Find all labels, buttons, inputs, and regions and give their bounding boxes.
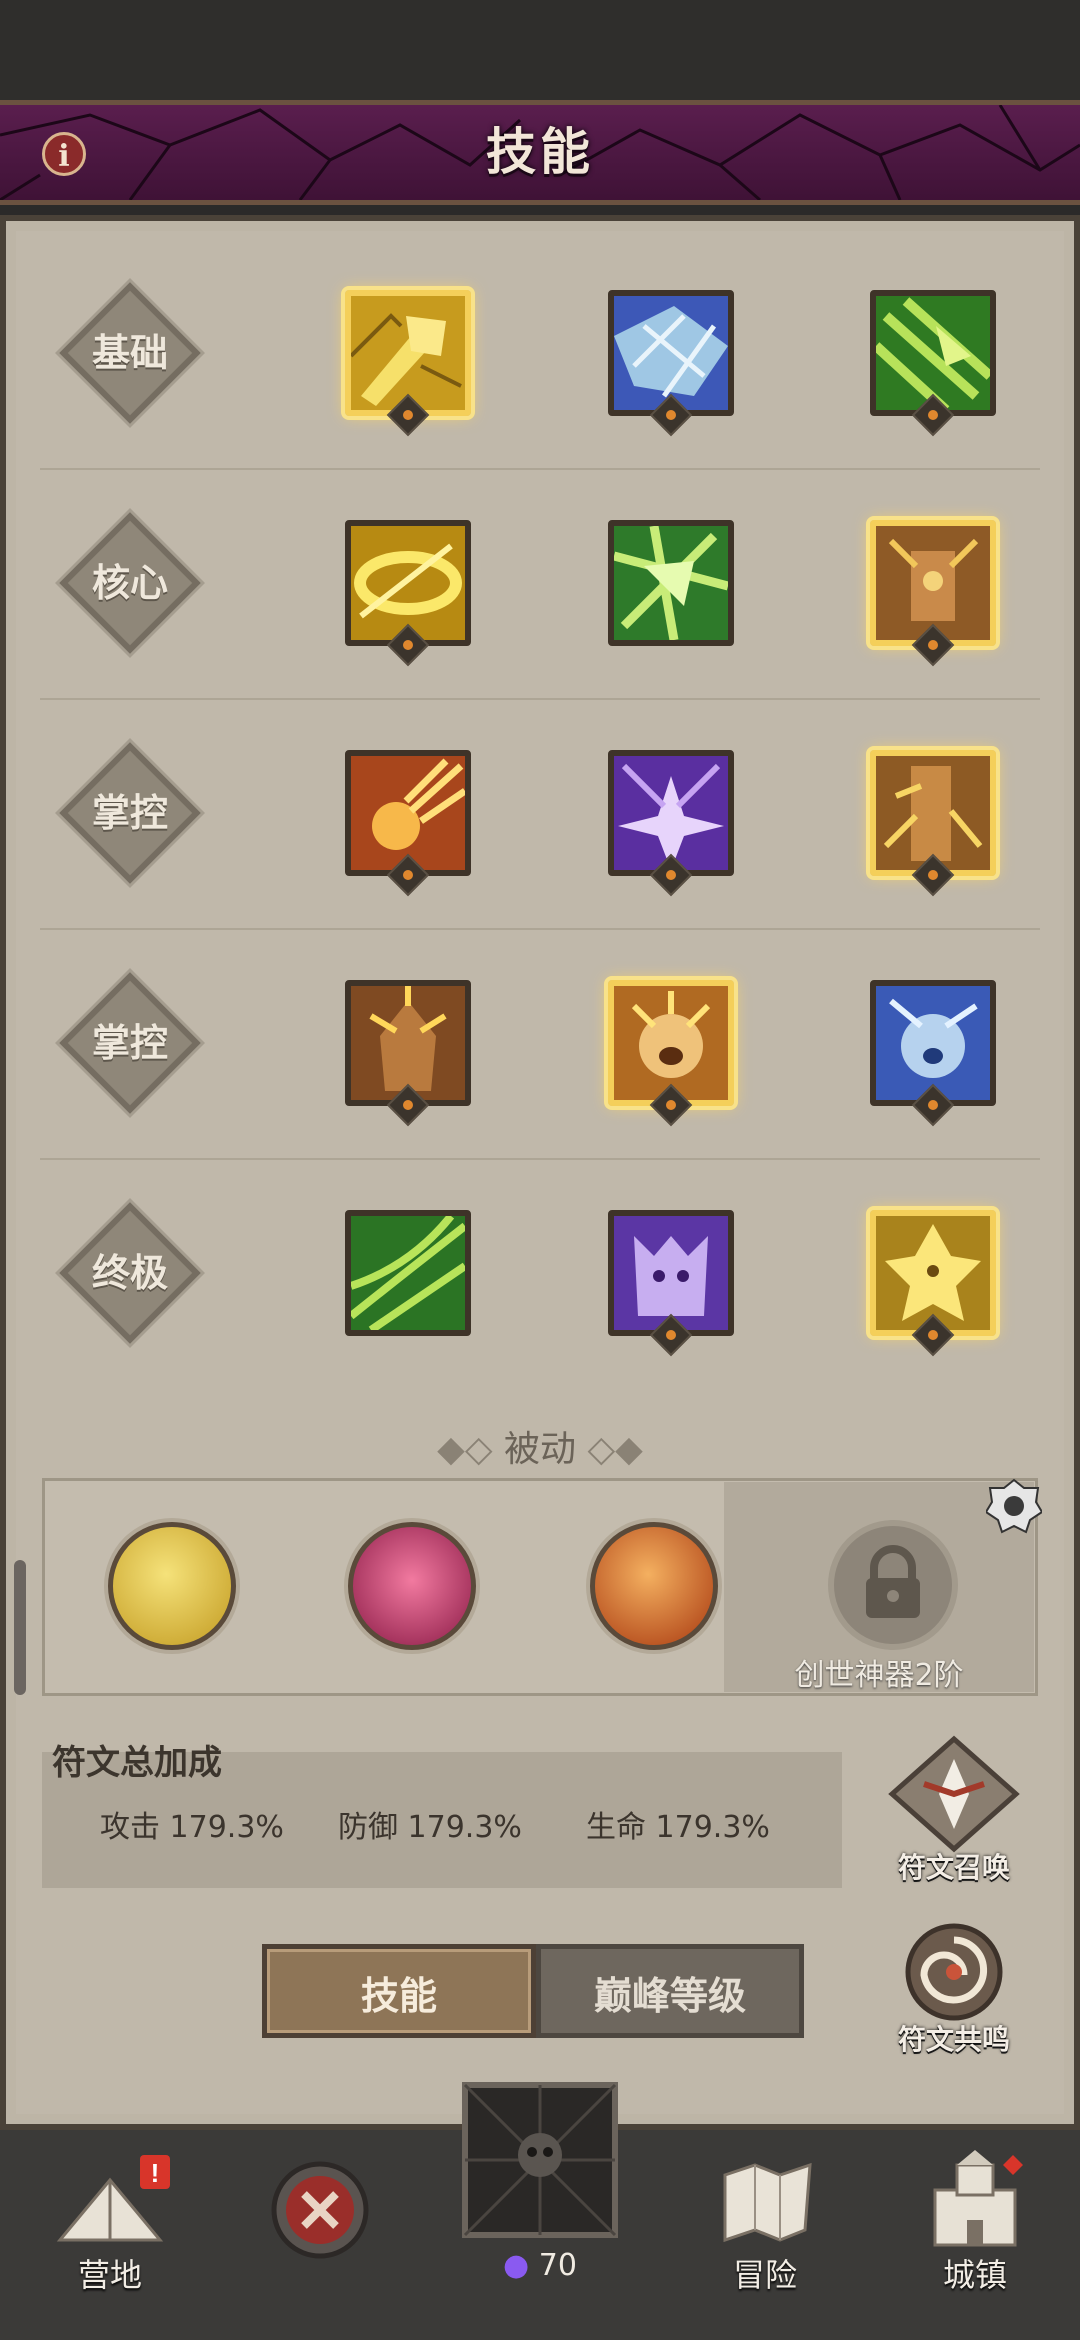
skill-leaf-storm[interactable]	[600, 512, 742, 654]
skill-hammer-strike[interactable]	[337, 282, 479, 437]
passive-heart-icon[interactable]	[348, 1522, 476, 1650]
life-bonus: 生命 179.3%	[586, 1810, 770, 1845]
locked-slot-label: 创世神器2阶	[794, 1658, 964, 1693]
attack-bonus: 攻击 179.3%	[100, 1810, 284, 1845]
svg-text:!: !	[151, 2158, 160, 2188]
row-divider	[40, 698, 1040, 700]
skill-fire-meteor[interactable]	[337, 742, 479, 897]
row-label-text: 终极	[91, 1251, 168, 1295]
row-label-ultimate: 终极	[59, 1202, 201, 1344]
status-area	[0, 0, 1080, 100]
bottom-nav: ! 营地 ● 70 冒险 城镇	[0, 2082, 1080, 2340]
lock-icon	[828, 1520, 958, 1650]
nav-camp[interactable]: ! 营地	[30, 2150, 190, 2320]
map-icon	[723, 2162, 812, 2243]
passive-section-title: ◆◇ 被动 ◇◆	[437, 1429, 643, 1470]
rune-bonus-title: 符文总加成	[52, 1743, 222, 1783]
row-label-mastery-1: 掌控	[59, 742, 201, 884]
skill-nature-strike[interactable]	[862, 282, 1004, 437]
gear-rune-icon[interactable]	[984, 1478, 1044, 1534]
row-label-mastery-2: 掌控	[59, 972, 201, 1114]
passive-golden-fist-icon[interactable]	[108, 1522, 236, 1650]
skull-portal-icon	[462, 2082, 618, 2238]
row-label-text: 掌控	[91, 791, 168, 835]
rune-summon-button[interactable]: 符文召唤	[884, 1734, 1024, 1884]
skill-roaring-golem[interactable]	[600, 972, 742, 1127]
tab-bar: 技能 巅峰等级	[262, 1944, 804, 2038]
skill-vine-lash[interactable]	[337, 1202, 479, 1344]
page-title: 技能	[486, 123, 594, 181]
rune-summon-icon	[888, 1735, 1020, 1853]
skill-arcane-burst[interactable]	[600, 742, 742, 897]
passive-flame-blade-icon[interactable]	[590, 1522, 718, 1650]
tent-icon: !	[56, 2155, 170, 2242]
skill-frost-spirit[interactable]	[862, 972, 1004, 1127]
purple-gem-icon: ●	[503, 2248, 530, 2283]
tab-peak-level[interactable]: 巅峰等级	[536, 1944, 804, 2038]
close-icon	[271, 2161, 369, 2259]
row-label-text: 核心	[91, 561, 168, 605]
skill-stone-guardian[interactable]	[337, 972, 479, 1127]
row-divider	[40, 1158, 1040, 1160]
scrollbar[interactable]	[14, 1560, 26, 1695]
skill-stone-totem[interactable]	[862, 512, 1004, 667]
tab-skills[interactable]: 技能	[262, 1944, 536, 2038]
skill-golden-titan[interactable]	[862, 1202, 1004, 1357]
nav-rift-portal[interactable]: ● 70	[460, 2080, 620, 2300]
row-divider	[40, 468, 1040, 470]
nav-town[interactable]: 城镇	[895, 2150, 1055, 2320]
skill-whirlwind[interactable]	[337, 512, 479, 667]
row-divider	[40, 928, 1040, 930]
row-label-basic: 基础	[59, 282, 201, 424]
defense-bonus: 防御 179.3%	[338, 1810, 522, 1845]
skill-earth-pillar[interactable]	[862, 742, 1004, 897]
rune-resonance-button[interactable]: 符文共鸣	[884, 1920, 1024, 2060]
rune-resonance-icon	[905, 1923, 1003, 2021]
currency-amount: 70	[538, 2248, 577, 2283]
nav-close[interactable]	[240, 2150, 400, 2320]
row-label-text: 掌控	[91, 1021, 168, 1065]
skill-frost-hammer[interactable]	[600, 282, 742, 437]
skill-void-demon[interactable]	[600, 1202, 742, 1357]
nav-adventure[interactable]: 冒险	[685, 2150, 845, 2320]
row-label-core: 核心	[59, 512, 201, 654]
row-label-text: 基础	[91, 331, 168, 375]
title-bar: i 技能	[0, 100, 1080, 205]
currency-display: ● 70	[460, 2248, 620, 2283]
castle-icon	[933, 2150, 1023, 2247]
